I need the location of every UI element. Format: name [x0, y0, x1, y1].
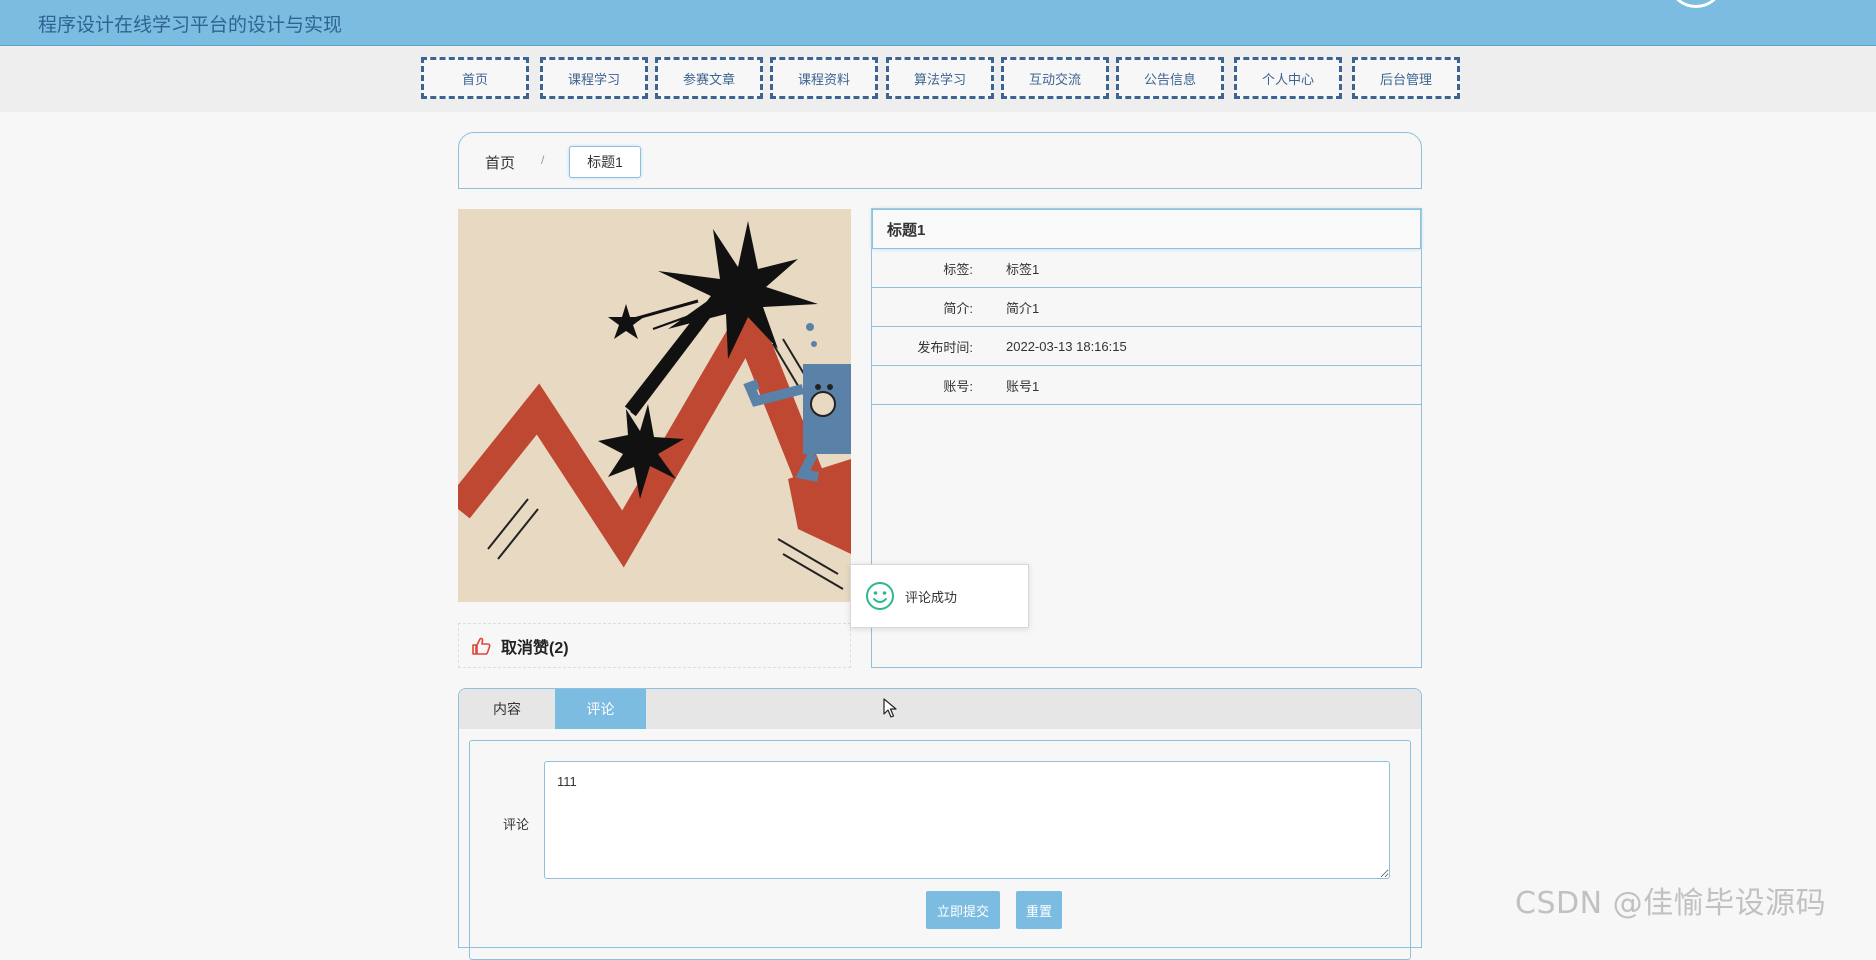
detail-value: 简介1 — [1006, 300, 1040, 316]
mouse-pointer-icon — [883, 698, 897, 718]
cover-illustration — [458, 209, 851, 602]
cover-image — [458, 209, 851, 602]
top-header: 程序设计在线学习平台的设计与实现 — [0, 0, 1876, 46]
site-title: 程序设计在线学习平台的设计与实现 — [38, 15, 343, 36]
breadcrumb-home[interactable]: 首页 — [485, 152, 515, 173]
detail-row-published: 发布时间: 2022-03-13 18:16:15 — [872, 327, 1421, 366]
nav-item-home[interactable]: 首页 — [421, 57, 529, 99]
unlike-button[interactable]: 取消赞(2) — [458, 623, 851, 668]
detail-value: 标签1 — [1006, 261, 1040, 277]
main-nav: 首页 课程学习 参赛文章 课程资料 算法学习 互动交流 公告信息 个人中心 后台… — [0, 46, 1876, 112]
comment-form: 评论 立即提交 重置 — [469, 740, 1411, 960]
detail-title: 标题1 — [872, 209, 1421, 249]
nav-item-algorithms[interactable]: 算法学习 — [886, 57, 994, 99]
tab-comment[interactable]: 评论 — [555, 689, 646, 729]
breadcrumb-separator: / — [541, 153, 545, 167]
nav-item-materials[interactable]: 课程资料 — [770, 57, 878, 99]
detail-label: 账号: — [943, 378, 973, 394]
content-tabs: 内容 评论 评论 立即提交 重置 — [458, 688, 1422, 960]
detail-row-tag: 标签: 标签1 — [872, 249, 1421, 288]
submit-button[interactable]: 立即提交 — [926, 891, 1000, 929]
nav-item-articles[interactable]: 参赛文章 — [655, 57, 763, 99]
thumbs-up-icon — [472, 637, 491, 655]
toast-message: 评论成功 — [905, 589, 958, 605]
detail-value: 2022-03-13 18:16:15 — [1006, 338, 1127, 354]
smile-icon — [866, 582, 894, 610]
breadcrumb: 首页 / 标题1 — [458, 132, 1422, 189]
nav-item-courses[interactable]: 课程学习 — [540, 57, 648, 99]
detail-row-summary: 简介: 简介1 — [872, 288, 1421, 327]
nav-item-admin[interactable]: 后台管理 — [1352, 57, 1460, 99]
watermark: CSDN @佳愉毕设源码 — [1515, 886, 1827, 921]
tab-bar: 内容 评论 — [459, 689, 1421, 729]
success-toast: 评论成功 — [850, 564, 1029, 628]
detail-value: 账号1 — [1006, 378, 1040, 394]
detail-row-account: 账号: 账号1 — [872, 366, 1421, 405]
tab-content[interactable]: 内容 — [459, 689, 555, 729]
comment-textarea[interactable] — [544, 761, 1390, 879]
nav-item-profile[interactable]: 个人中心 — [1234, 57, 1342, 99]
detail-label: 标签: — [943, 261, 973, 277]
comment-label: 评论 — [503, 817, 530, 832]
reset-button[interactable]: 重置 — [1016, 891, 1062, 929]
detail-label: 发布时间: — [917, 339, 973, 355]
avatar[interactable] — [1672, 0, 1720, 8]
breadcrumb-current: 标题1 — [569, 146, 641, 178]
like-count-label: 取消赞(2) — [501, 639, 569, 657]
nav-item-notices[interactable]: 公告信息 — [1116, 57, 1224, 99]
detail-label: 简介: — [943, 300, 973, 316]
nav-item-forum[interactable]: 互动交流 — [1001, 57, 1109, 99]
